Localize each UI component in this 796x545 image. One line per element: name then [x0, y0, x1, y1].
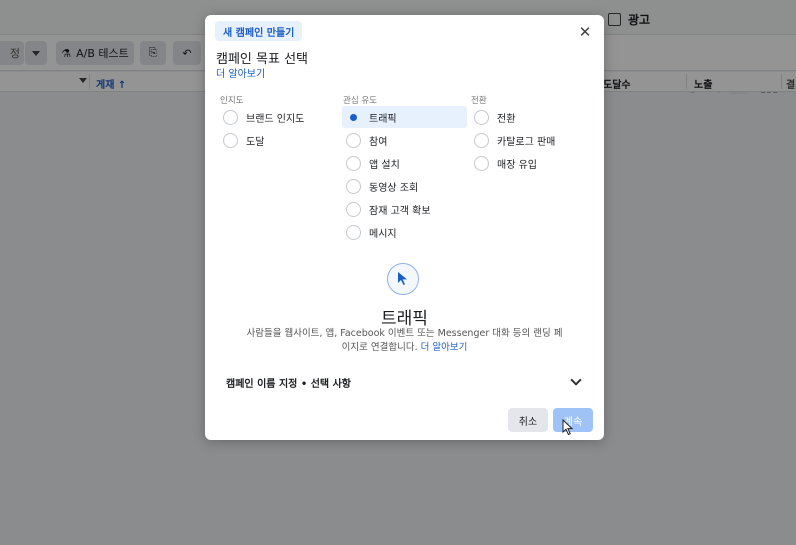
radio-button[interactable]: [346, 155, 361, 171]
objective-label: 참여: [369, 136, 388, 148]
selected-objective-description: 사람들을 웹사이트, 앱, Facebook 이벤트 또는 Messenger …: [245, 327, 564, 355]
radio-button[interactable]: [223, 109, 238, 125]
objective-conversions[interactable]: 전환: [470, 106, 590, 128]
radio-button[interactable]: [346, 201, 361, 217]
radio-button[interactable]: [474, 155, 489, 171]
column-heading: 관심 유도: [343, 96, 377, 106]
objective-label: 동영상 조회: [369, 182, 419, 194]
objective-label: 앱 설치: [369, 159, 400, 171]
objective-label: 잠재 고객 확보: [369, 205, 431, 217]
objective-engagement[interactable]: 참여: [342, 129, 467, 151]
radio-button[interactable]: [346, 178, 361, 194]
objective-column-awareness: 인지도 브랜드 인지도 도달: [219, 94, 339, 152]
cancel-button[interactable]: 취소: [508, 408, 548, 432]
objective-learn-more-link[interactable]: 더 알아보기: [421, 342, 468, 353]
objective-label: 메시지: [369, 228, 397, 240]
objective-column-conversion: 전환 전환 카탈로그 판매 매장 유입: [470, 94, 590, 175]
campaign-naming-expander[interactable]: 캠페인 이름 지정 • 선택 사항: [226, 373, 583, 391]
radio-button[interactable]: [474, 132, 489, 148]
radio-button-selected[interactable]: [346, 110, 361, 125]
column-heading: 전환: [471, 96, 487, 106]
create-campaign-chip: 새 캠페인 만들기: [215, 21, 303, 41]
objective-app-installs[interactable]: 앱 설치: [342, 152, 467, 174]
objective-lead-generation[interactable]: 잠재 고객 확보: [342, 198, 467, 220]
create-campaign-dialog: 새 캠페인 만들기 ✕ 캠페인 목표 선택 더 알아보기 인지도 브랜드 인지도…: [205, 15, 604, 440]
objective-label: 전환: [497, 113, 516, 125]
objective-label: 매장 유입: [497, 159, 537, 171]
chevron-down-icon: [570, 374, 582, 386]
objective-label: 카탈로그 판매: [497, 136, 556, 148]
objective-label: 도달: [246, 136, 265, 148]
campaign-naming-label: 캠페인 이름 지정 • 선택 사항: [226, 378, 351, 390]
objective-column-consideration: 관심 유도 트래픽 참여 앱 설치 동영상 조회 잠재 고객 확보 메시지: [342, 94, 467, 244]
mouse-pointer-icon: [562, 419, 574, 436]
learn-more-link[interactable]: 더 알아보기: [216, 65, 265, 80]
selected-objective-title: 트래픽: [381, 309, 428, 329]
objective-brand-awareness[interactable]: 브랜드 인지도: [219, 106, 339, 128]
objective-label: 트래픽: [369, 113, 397, 125]
objective-messages[interactable]: 메시지: [342, 221, 467, 243]
radio-button[interactable]: [346, 132, 361, 148]
radio-button[interactable]: [346, 224, 361, 240]
objective-store-traffic[interactable]: 매장 유입: [470, 152, 590, 174]
close-icon[interactable]: ✕: [577, 24, 593, 40]
objective-label: 브랜드 인지도: [246, 113, 305, 125]
objective-reach[interactable]: 도달: [219, 129, 339, 151]
description-text: 사람들을 웹사이트, 앱, Facebook 이벤트 또는 Messenger …: [246, 328, 563, 353]
objective-catalog-sales[interactable]: 카탈로그 판매: [470, 129, 590, 151]
objective-video-views[interactable]: 동영상 조회: [342, 175, 467, 197]
objective-traffic[interactable]: 트래픽: [342, 106, 467, 128]
column-heading: 인지도: [220, 96, 244, 106]
radio-button[interactable]: [223, 132, 238, 148]
cursor-icon: [387, 263, 419, 295]
radio-button[interactable]: [474, 109, 489, 125]
